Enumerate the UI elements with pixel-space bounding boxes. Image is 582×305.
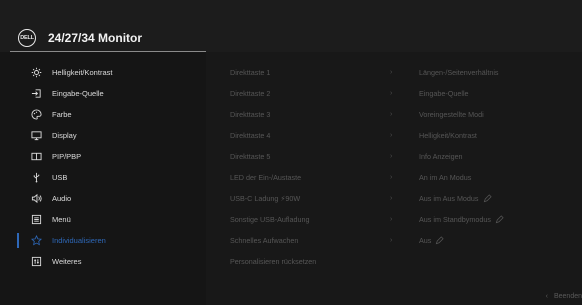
menu-item-farbe[interactable]: Farbe [0,104,206,125]
option-direkttaste-3[interactable]: Direkttaste 3 [230,104,390,125]
menu-item-pip-pbp[interactable]: PIP/PBP [0,146,206,167]
chevron-right-icon: › [390,216,393,223]
menu-item-weiteres[interactable]: Weiteres [0,251,206,272]
value-aspect-ratio: Längen-/Seitenverhältnis [419,68,499,77]
option-reset-personalization[interactable]: Personalisieren rücksetzen [230,251,390,272]
option-direkttaste-4[interactable]: Direkttaste 4 [230,125,390,146]
menu-item-audio[interactable]: Audio [0,188,206,209]
value-display-info: Info Anzeigen [419,152,463,161]
menu-item-helligkeit-kontrast[interactable]: Helligkeit/Kontrast [0,62,206,83]
menu-item-eingabe-quelle[interactable]: Eingabe-Quelle [0,83,206,104]
menu-item-usb[interactable]: USB [0,167,206,188]
menu-item-label: Helligkeit/Kontrast [52,68,113,77]
option-fast-wakeup[interactable]: Schnelles Aufwachen [230,230,390,251]
edit-icon [483,194,492,203]
value-input-source: Eingabe-Quelle [419,89,469,98]
chevron-right-icon: › [390,237,393,244]
menu-item-label: Menü [52,215,71,224]
chevron-right-icon: › [390,153,393,160]
menu-item-display[interactable]: Display [0,125,206,146]
menu-item-label: USB [52,173,68,182]
chevron-left-icon: ‹ [545,292,548,300]
value-fast-wakeup: Aus [419,230,577,251]
menu-item-individualisieren[interactable]: Individualisieren [0,230,206,251]
osd-header: DELL 24/27/34 Monitor [0,0,582,52]
value-usb-c-charging: Aus im Aus Modus [419,188,577,209]
star-icon [29,234,43,248]
chevron-right-icon: › [390,174,393,181]
value-brightness-contrast: Helligkeit/Kontrast [419,131,477,140]
option-direkttaste-1[interactable]: Direkttaste 1 [230,62,390,83]
input-source-icon [29,87,43,101]
display-icon [29,129,43,143]
option-direkttaste-5[interactable]: Direkttaste 5 [230,146,390,167]
menu-item-label: Individualisieren [52,236,106,245]
dell-logo: DELL [18,29,36,47]
menu-item-menue[interactable]: Menü [0,209,206,230]
chevron-right-icon: › [390,90,393,97]
submenu-values: Längen-/Seitenverhältnis Eingabe-Quelle … [419,62,577,251]
menu-item-label: Display [52,131,77,140]
brightness-icon [29,66,43,80]
menu-icon [29,213,43,227]
submenu-arrows: › › › › › › › › › [390,62,404,251]
monitor-osd: DELL 24/27/34 Monitor Helligkeit/Kontras… [0,0,582,305]
menu-item-label: Eingabe-Quelle [52,89,104,98]
usb-icon [29,171,43,185]
pip-pbp-icon [29,150,43,164]
option-other-usb-charging[interactable]: Sonstige USB-Aufladung [230,209,390,230]
submenu-options: Direkttaste 1 Direkttaste 2 Direkttaste … [230,62,390,272]
others-icon [29,255,43,269]
menu-item-label: PIP/PBP [52,152,82,161]
value-led-mode: An im An Modus [419,173,472,182]
exit-button[interactable]: ‹ Beenden [546,290,582,302]
exit-label: Beenden [553,292,582,300]
menu-item-label: Weiteres [52,257,82,266]
chevron-right-icon: › [390,111,393,118]
menu-item-label: Audio [52,194,72,203]
chevron-right-icon: › [390,132,393,139]
option-direkttaste-2[interactable]: Direkttaste 2 [230,83,390,104]
option-usb-c-charging[interactable]: USB-C Ladung ⚡90W [230,188,390,209]
osd-title: 24/27/34 Monitor [48,31,143,45]
menu-item-label: Farbe [52,110,72,119]
value-preset-modes: Voreingestellte Modi [419,110,484,119]
edit-icon [436,236,444,245]
chevron-right-icon: › [390,195,393,202]
audio-icon [29,192,43,206]
value-other-usb-charging: Aus im Standbymodus [419,209,577,230]
edit-icon [495,215,504,224]
chevron-right-icon: › [390,69,393,76]
option-power-led[interactable]: LED der Ein-/Austaste [230,167,390,188]
main-menu: Helligkeit/Kontrast Eingabe-Quelle Farbe… [0,62,206,272]
selection-indicator [17,233,19,248]
color-palette-icon [29,108,43,122]
